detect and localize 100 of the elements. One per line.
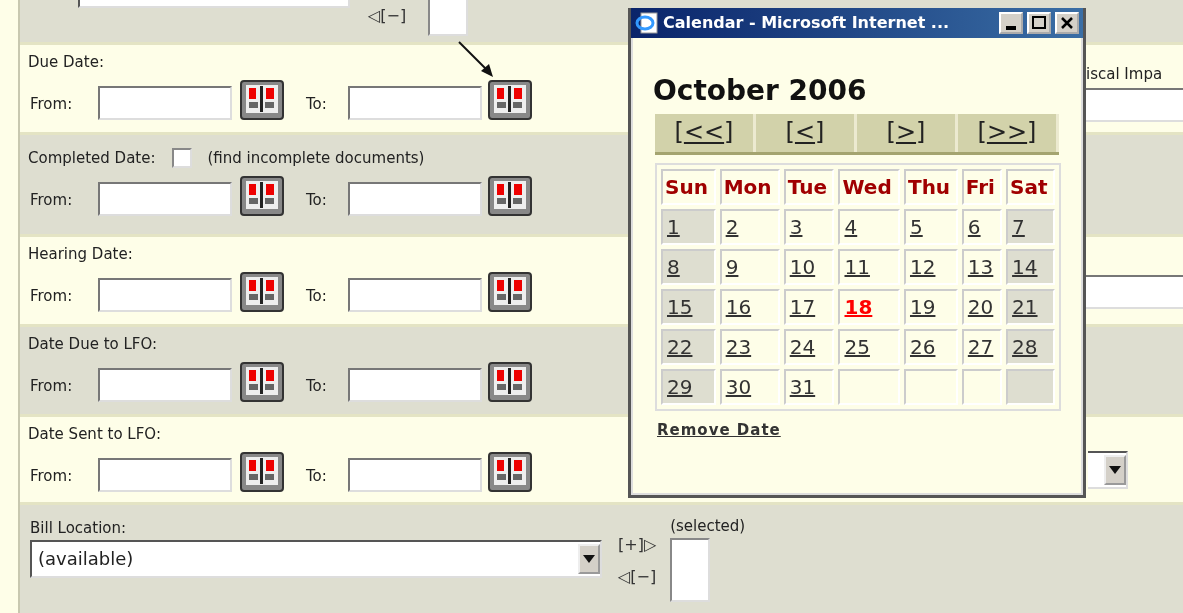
day-cell[interactable]: 24: [783, 328, 835, 365]
select-field[interactable]: [1088, 451, 1128, 489]
date-input[interactable]: [98, 85, 232, 120]
from-label: From:: [30, 466, 74, 487]
day-cell[interactable]: 18: [838, 288, 900, 325]
calendar-icon: [240, 361, 284, 402]
date-input[interactable]: [98, 457, 232, 492]
maximize-icon: [1032, 16, 1046, 30]
dropdown-arrow-icon: [1109, 466, 1121, 474]
day-cell[interactable]: 3: [783, 208, 835, 245]
maximize-button[interactable]: [1027, 12, 1051, 34]
day-cell[interactable]: 17: [783, 288, 835, 325]
day-cell[interactable]: 14: [1006, 248, 1055, 285]
to-label: To:: [306, 286, 328, 307]
selected-listbox[interactable]: [670, 537, 711, 602]
close-button[interactable]: [1055, 12, 1079, 34]
calendar-button[interactable]: [488, 271, 532, 312]
add-link[interactable]: [+]▷: [618, 533, 657, 557]
text-input[interactable]: [1086, 275, 1183, 309]
dropdown-arrow-icon: [583, 554, 595, 563]
close-icon: [1060, 16, 1074, 30]
calendar-button[interactable]: [488, 451, 532, 492]
window-title: Calendar - Microsoft Internet ...: [663, 12, 951, 34]
weekday-header: Mon: [719, 168, 780, 205]
date-input[interactable]: [98, 277, 232, 312]
day-cell[interactable]: 1: [661, 208, 716, 245]
to-label: To:: [306, 190, 328, 211]
day-cell[interactable]: 25: [838, 328, 900, 365]
field-label: Date Sent to LFO:: [28, 424, 161, 445]
remove-link[interactable]: ◁[−]: [618, 565, 657, 589]
select-value: (available): [38, 547, 134, 571]
day-cell[interactable]: 9: [719, 248, 780, 285]
remove-date-link[interactable]: Remove Date: [657, 418, 781, 442]
field-label: Bill Location:: [30, 518, 128, 539]
browser-page-icon: [635, 11, 659, 35]
weekday-header: Tue: [783, 168, 835, 205]
date-input[interactable]: [348, 457, 482, 492]
date-input[interactable]: [348, 367, 482, 402]
day-cell[interactable]: 15: [661, 288, 716, 325]
calendar-icon: [240, 271, 284, 312]
from-label: From:: [30, 376, 74, 397]
day-cell[interactable]: 16: [719, 288, 780, 325]
day-cell[interactable]: 22: [661, 328, 716, 365]
day-cell[interactable]: 4: [838, 208, 900, 245]
calendar-button[interactable]: [488, 175, 532, 216]
date-input[interactable]: [98, 367, 232, 402]
from-label: From:: [30, 286, 74, 307]
date-input[interactable]: [98, 181, 232, 216]
day-cell[interactable]: 2: [719, 208, 780, 245]
calendar-button[interactable]: [488, 361, 532, 402]
calendar-button[interactable]: [240, 361, 284, 402]
day-cell[interactable]: 31: [783, 368, 835, 405]
calendar-button[interactable]: [488, 79, 532, 120]
date-input[interactable]: [348, 277, 482, 312]
to-label: To:: [306, 94, 328, 115]
day-cell[interactable]: 26: [904, 328, 958, 365]
day-cell[interactable]: 13: [961, 248, 1003, 285]
month-nav-link[interactable]: [>]: [857, 113, 958, 152]
calendar-icon: [488, 175, 532, 216]
listbox-label: (selected): [670, 516, 746, 537]
calendar-icon: [488, 361, 532, 402]
remove-link[interactable]: ◁[−]: [368, 4, 407, 28]
day-cell[interactable]: 29: [661, 368, 716, 405]
month-nav-link[interactable]: [>>]: [958, 113, 1059, 152]
day-cell[interactable]: 27: [961, 328, 1003, 365]
day-cell[interactable]: 28: [1006, 328, 1055, 365]
calendar-icon: [488, 79, 532, 120]
checkbox[interactable]: [171, 148, 192, 169]
day-cell[interactable]: 23: [719, 328, 780, 365]
date-input[interactable]: [348, 181, 482, 216]
date-input[interactable]: [348, 85, 482, 120]
calendar-button[interactable]: [240, 79, 284, 120]
to-label: To:: [306, 466, 328, 487]
weekday-header: Thu: [904, 168, 958, 205]
month-nav-link[interactable]: [<<]: [655, 113, 756, 152]
text-input[interactable]: [1086, 87, 1183, 122]
day-cell[interactable]: 12: [904, 248, 958, 285]
day-cell[interactable]: 6: [961, 208, 1003, 245]
day-cell[interactable]: 5: [904, 208, 958, 245]
calendar-icon: [240, 451, 284, 492]
day-cell[interactable]: 19: [904, 288, 958, 325]
calendar-icon: [488, 451, 532, 492]
day-cell[interactable]: 20: [961, 288, 1003, 325]
weekday-header: Fri: [961, 168, 1003, 205]
field-label: iscal Impa: [1086, 64, 1164, 85]
day-cell[interactable]: 30: [719, 368, 780, 405]
field-label: Completed Date:: [28, 148, 156, 169]
day-cell[interactable]: 11: [838, 248, 900, 285]
day-cell[interactable]: 21: [1006, 288, 1055, 325]
weekday-header: Sun: [661, 168, 716, 205]
day-cell[interactable]: 10: [783, 248, 835, 285]
checkbox-label: (find incomplete documents): [207, 148, 425, 169]
month-nav-link[interactable]: [<]: [756, 113, 857, 152]
calendar-button[interactable]: [240, 175, 284, 216]
location-select[interactable]: (available): [30, 539, 602, 578]
minimize-button[interactable]: [999, 12, 1023, 34]
calendar-button[interactable]: [240, 271, 284, 312]
day-cell[interactable]: 7: [1006, 208, 1055, 245]
day-cell[interactable]: 8: [661, 248, 716, 285]
calendar-button[interactable]: [240, 451, 284, 492]
